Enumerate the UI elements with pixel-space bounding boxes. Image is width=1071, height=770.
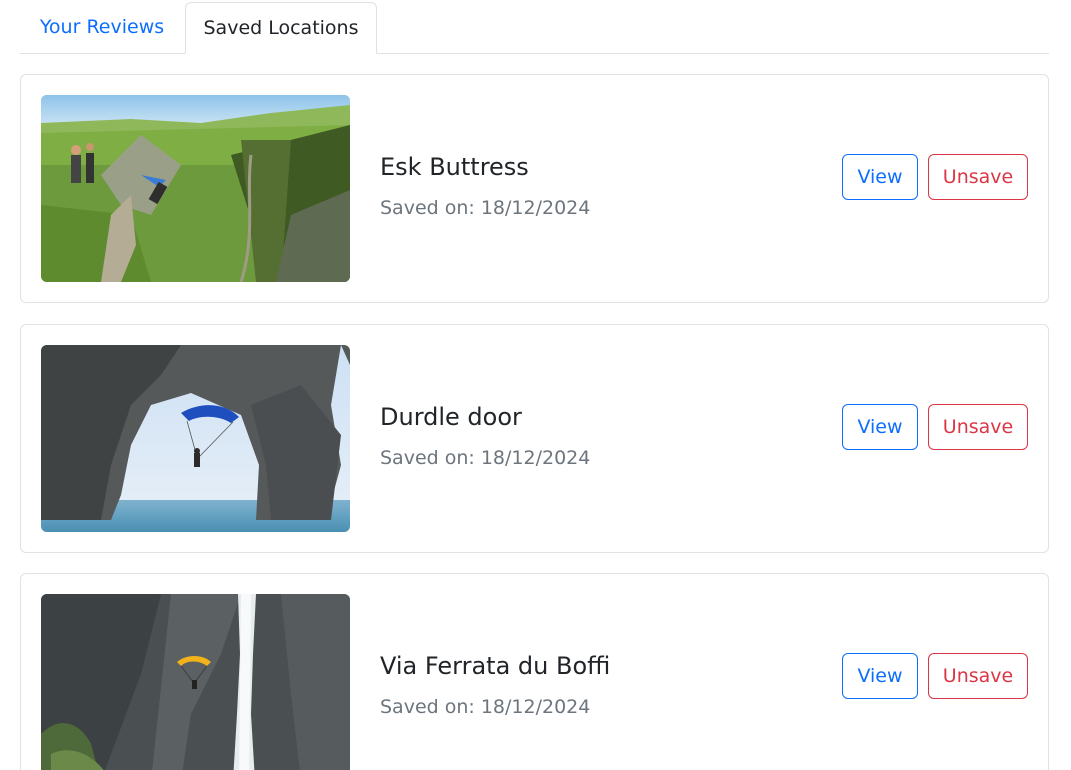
location-title[interactable]: Esk Buttress [380, 153, 529, 181]
tab-saved-locations[interactable]: Saved Locations [185, 2, 377, 54]
location-photo[interactable] [41, 95, 350, 282]
tab-bar: Your Reviews Saved Locations [20, 2, 1049, 54]
view-button[interactable]: View [842, 653, 918, 699]
saved-location-card: Durdle door Saved on: 18/12/2024 View Un… [20, 324, 1049, 553]
saved-date: Saved on: 18/12/2024 [380, 696, 591, 718]
saved-locations-page: Your Reviews Saved Locations Esk Buttres… [0, 0, 1071, 770]
location-title[interactable]: Via Ferrata du Boffi [380, 652, 610, 680]
unsave-button[interactable]: Unsave [928, 154, 1028, 200]
view-button[interactable]: View [842, 154, 918, 200]
location-photo[interactable] [41, 594, 350, 770]
view-button[interactable]: View [842, 404, 918, 450]
location-title[interactable]: Durdle door [380, 403, 522, 431]
saved-date: Saved on: 18/12/2024 [380, 447, 591, 469]
waterfall-cliff-parachute-photo [41, 594, 350, 770]
sea-arch-parachute-photo [41, 345, 350, 532]
saved-location-card: Via Ferrata du Boffi Saved on: 18/12/202… [20, 573, 1049, 770]
green-valley-cliff-photo [41, 95, 350, 282]
unsave-button[interactable]: Unsave [928, 653, 1028, 699]
tab-your-reviews[interactable]: Your Reviews [20, 2, 184, 53]
unsave-button[interactable]: Unsave [928, 404, 1028, 450]
location-photo[interactable] [41, 345, 350, 532]
saved-date: Saved on: 18/12/2024 [380, 197, 591, 219]
saved-location-card: Esk Buttress Saved on: 18/12/2024 View U… [20, 74, 1049, 303]
